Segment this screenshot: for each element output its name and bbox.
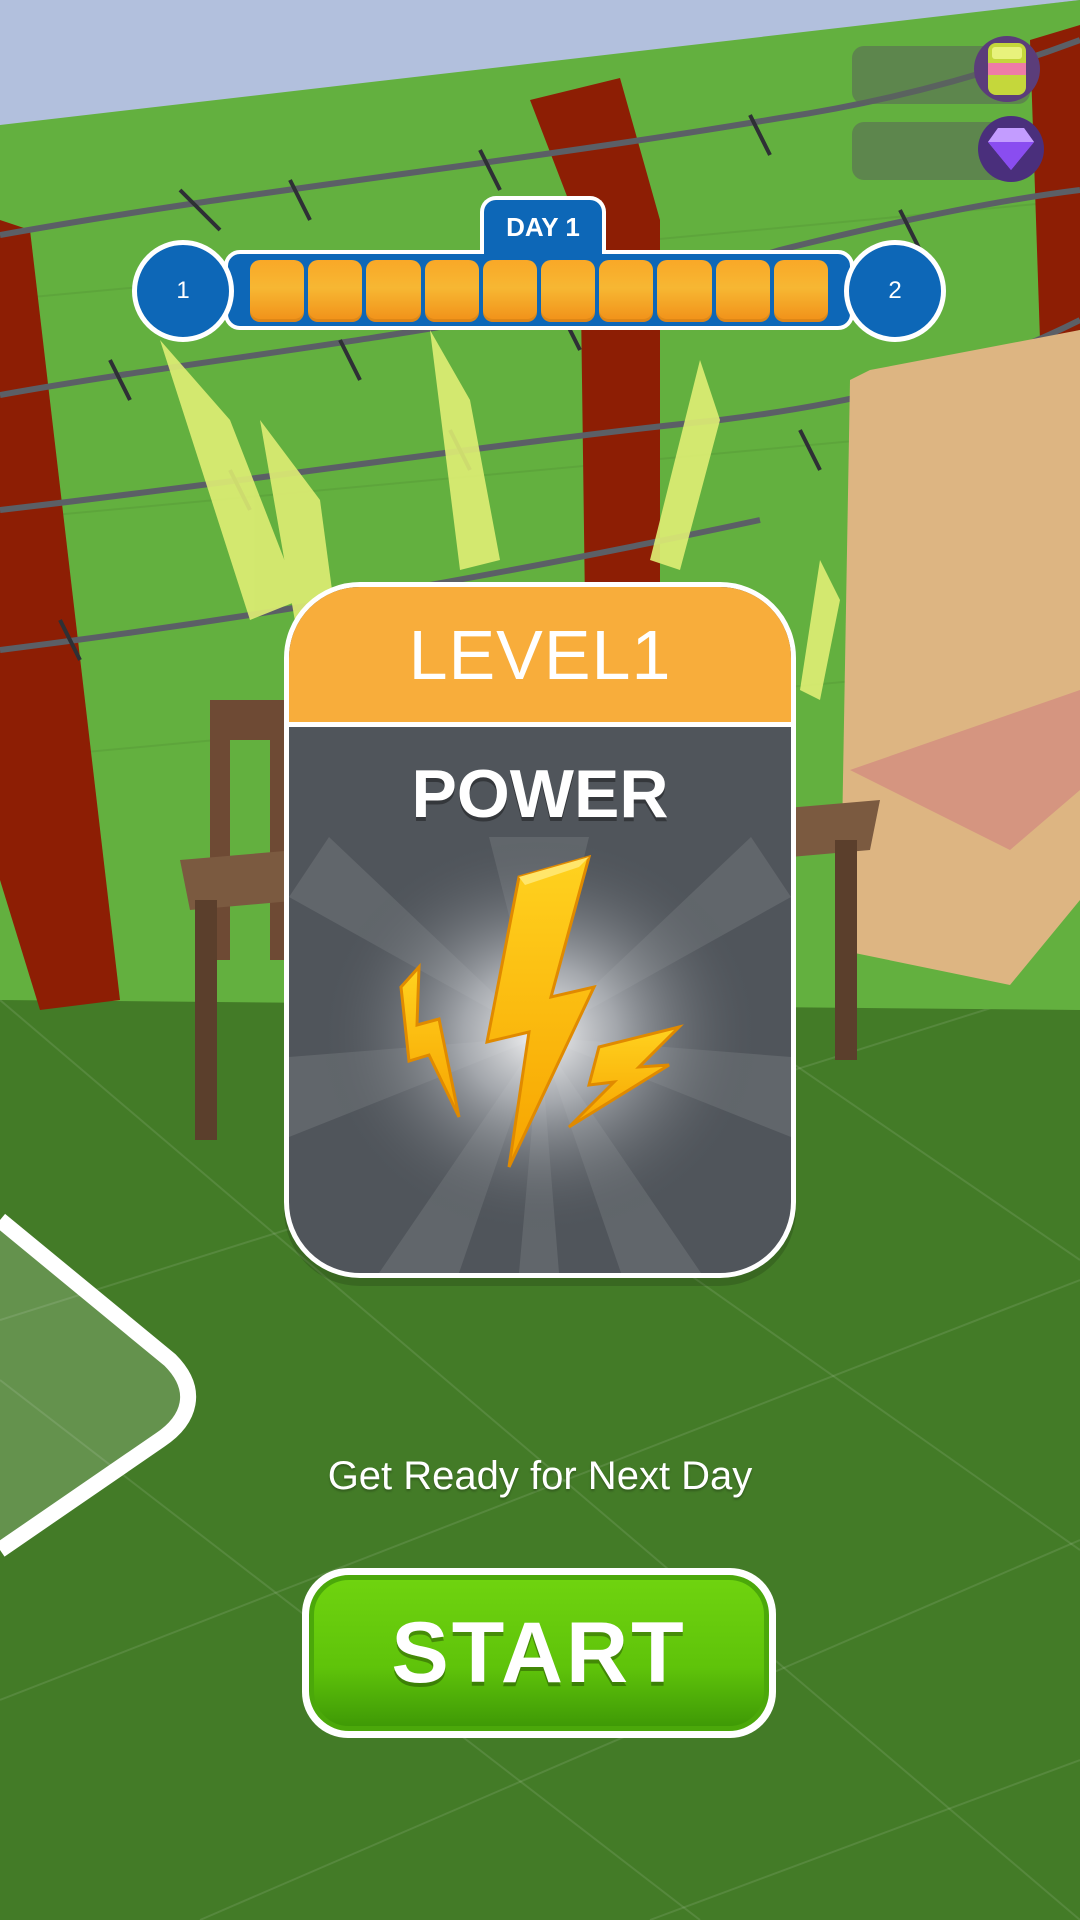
next-level-circle: 2 <box>844 240 946 342</box>
level-label: LEVEL1 <box>289 587 791 727</box>
lightning-bolts-icon <box>289 837 791 1273</box>
power-title: POWER <box>411 756 669 832</box>
progress-segment <box>482 260 538 322</box>
progress-segment <box>599 260 654 322</box>
start-button[interactable]: START <box>302 1568 776 1738</box>
cash-icon <box>974 36 1040 102</box>
level-card: LEVEL1 POWER <box>284 582 796 1278</box>
progress-segment <box>715 260 770 322</box>
progress-segment <box>366 260 421 322</box>
gem-icon <box>978 116 1044 182</box>
progress-segment <box>250 260 305 322</box>
next-day-message: Get Ready for Next Day <box>327 1454 753 1498</box>
progress-segment <box>308 260 363 322</box>
progress-segment <box>541 260 596 322</box>
progress-segment <box>424 260 479 322</box>
start-button-label: START <box>309 1575 769 1731</box>
day-badge: DAY 1 <box>480 196 606 254</box>
progress-segment <box>657 260 712 322</box>
current-level-circle: 1 <box>132 240 234 342</box>
progress-segment <box>773 260 829 322</box>
day-progress-bar <box>250 260 829 322</box>
